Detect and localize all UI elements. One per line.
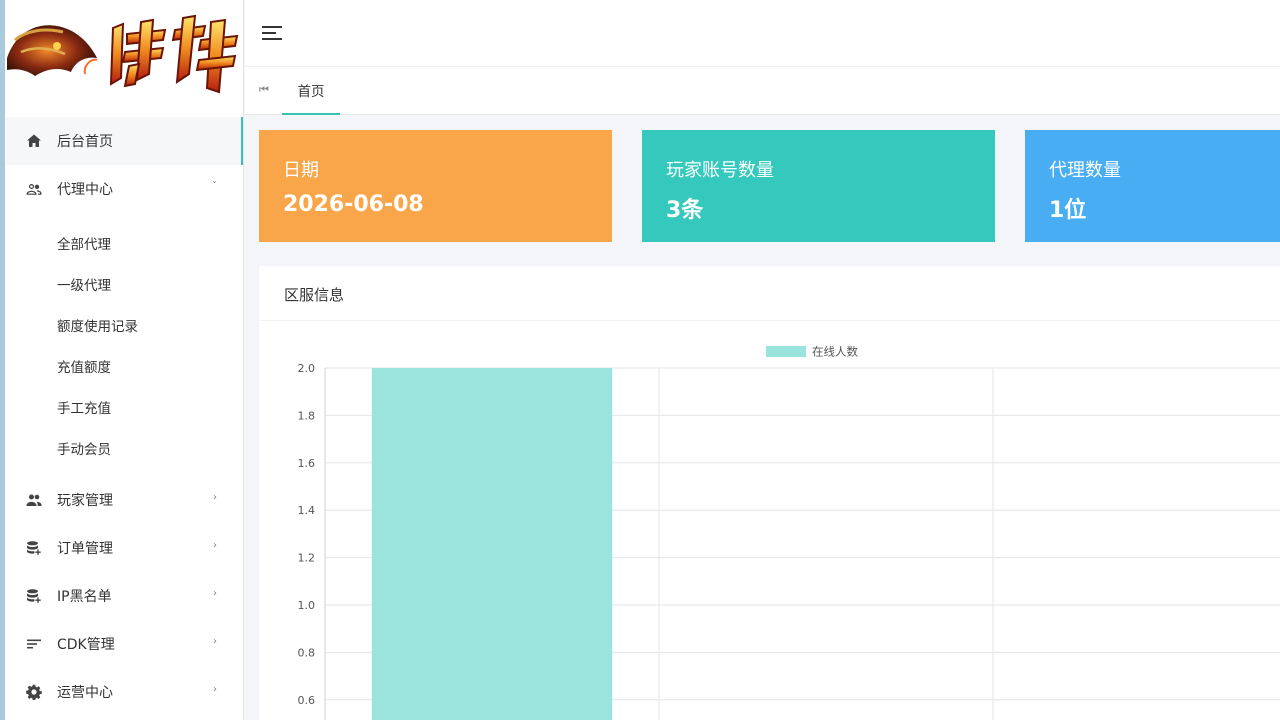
- stat-label: 日期: [283, 160, 319, 181]
- stat-value: 2026-06-08: [283, 192, 424, 217]
- chevron-right-icon: ›: [213, 540, 217, 551]
- submenu-item-manual-member[interactable]: 手动会员: [57, 438, 111, 458]
- sidebar-item-label: 后台首页: [57, 134, 113, 150]
- chevron-down-icon: ˇ: [212, 181, 217, 192]
- sidebar-item-player-management[interactable]: 玩家管理 ›: [5, 476, 243, 524]
- online-users-chart: 2.0 1.8 1.6 1.4 1.2 1.0 0.8 0.6 在线人数: [298, 345, 1280, 720]
- chevron-right-icon: ›: [213, 492, 217, 503]
- sidebar-item-ip-blacklist[interactable]: IP黑名单 ›: [5, 572, 243, 620]
- y-tick-label: 1.4: [298, 504, 316, 517]
- submenu-item-quota-usage-records[interactable]: 额度使用记录: [57, 315, 138, 335]
- bar: [371, 368, 613, 720]
- chevron-right-icon: ›: [213, 588, 217, 599]
- database-plus-icon: [25, 539, 43, 557]
- stat-card-player-accounts: 玩家账号数量 3条: [642, 130, 995, 242]
- y-tick-label: 1.0: [298, 599, 316, 612]
- sidebar: 后台首页 代理中心 ˇ 全部代理 一级代理 额度使用记录 充值额度 手工充值 手…: [5, 0, 244, 720]
- tab-bar: ⏮ 首页: [245, 67, 1280, 115]
- sidebar-item-label: 订单管理: [57, 541, 113, 557]
- submenu-item-first-level-agents[interactable]: 一级代理: [57, 274, 111, 294]
- y-tick-label: 0.6: [298, 694, 316, 707]
- chevron-right-icon: ›: [213, 684, 217, 695]
- y-tick-label: 1.8: [298, 409, 316, 422]
- submenu-item-all-agents[interactable]: 全部代理: [57, 233, 111, 253]
- chevron-right-icon: ›: [213, 636, 217, 647]
- users-outline-icon: [25, 180, 43, 198]
- legend-swatch: [766, 346, 806, 357]
- sidebar-item-label: IP黑名单: [57, 589, 112, 605]
- skip-to-first-icon[interactable]: ⏮: [259, 83, 269, 97]
- menu-toggle-icon[interactable]: [262, 25, 282, 41]
- y-tick-label: 1.2: [298, 552, 316, 565]
- sidebar-item-cdk-management[interactable]: CDK管理 ›: [5, 620, 243, 668]
- panel-title: 区服信息: [259, 266, 1280, 321]
- submenu-item-manual-recharge[interactable]: 手工充值: [57, 397, 111, 417]
- gear-icon: [25, 683, 43, 701]
- sidebar-item-label: 代理中心: [57, 182, 113, 198]
- stat-label: 代理数量: [1049, 160, 1121, 181]
- y-tick-label: 2.0: [298, 362, 316, 375]
- stat-card-date: 日期 2026-06-08: [259, 130, 612, 242]
- sidebar-item-agent-center[interactable]: 代理中心 ˇ: [5, 165, 243, 213]
- top-header: [245, 0, 1280, 67]
- sidebar-item-order-management[interactable]: 订单管理 ›: [5, 524, 243, 572]
- sort-lines-icon: [25, 635, 43, 653]
- group-icon: [25, 491, 43, 509]
- sidebar-item-dashboard[interactable]: 后台首页: [5, 117, 243, 165]
- sidebar-item-label: 运营中心: [57, 685, 113, 701]
- stat-value: 1位: [1049, 198, 1087, 223]
- legend-label: 在线人数: [812, 345, 858, 359]
- sidebar-item-label: 玩家管理: [57, 493, 113, 509]
- database-plus-icon: [25, 587, 43, 605]
- logo: [5, 0, 243, 116]
- tab-home[interactable]: 首页: [282, 67, 340, 115]
- y-tick-label: 1.6: [298, 457, 316, 470]
- sidebar-item-operations-center[interactable]: 运营中心 ›: [5, 668, 243, 716]
- sidebar-item-label: CDK管理: [57, 637, 115, 653]
- server-info-panel: 区服信息 2.0 1.8 1.6 1.4 1.2 1.0 0.8 0.6 在线人数: [259, 266, 1280, 720]
- home-icon: [25, 132, 43, 150]
- stat-card-agent-count: 代理数量 1位: [1025, 130, 1280, 242]
- logo-image: [7, 14, 239, 94]
- stat-value: 3条: [666, 198, 704, 223]
- submenu-item-recharge-quota[interactable]: 充值额度: [57, 356, 111, 376]
- y-tick-label: 0.8: [298, 646, 316, 659]
- stat-label: 玩家账号数量: [666, 160, 774, 181]
